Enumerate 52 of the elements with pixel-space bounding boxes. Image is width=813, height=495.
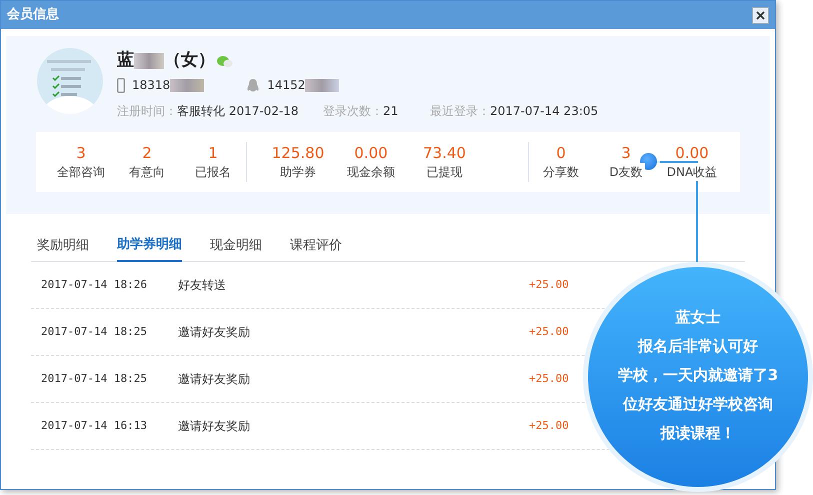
amount-cell-text: +25.00: [529, 418, 569, 434]
stat-value: 73.40: [423, 143, 466, 163]
reason-cell-text: 邀请好友奖励: [178, 371, 251, 388]
stat-label: 现金余额: [345, 163, 397, 181]
tab[interactable]: 现金明细: [210, 230, 262, 262]
amount-cell-text: +25.00: [529, 324, 569, 340]
close-button[interactable]: [752, 6, 769, 24]
qq-number: 14152: [267, 77, 306, 94]
window-title: 会员信息: [7, 6, 59, 24]
callout-text: 学校，一天内就邀请了3: [618, 365, 778, 385]
stat-value: 0: [556, 143, 566, 163]
stat-value: 2: [142, 143, 152, 163]
stat-label: DNA收益: [664, 163, 720, 181]
tab[interactable]: 助学券明细: [117, 230, 182, 262]
stat-label: 全部咨询: [55, 163, 107, 181]
member-name: 蓝: [117, 49, 134, 72]
reason-cell-text: 好友转送: [178, 277, 227, 294]
login-count: 登录次数：21: [323, 103, 400, 120]
stat-value: 3: [76, 143, 86, 163]
member-gender: （女）: [164, 49, 215, 72]
reason-cell-text: 邀请好友奖励: [178, 324, 251, 341]
blurred-qq: [305, 78, 340, 92]
qq-icon: [246, 78, 260, 92]
tab[interactable]: 课程评价: [290, 230, 342, 262]
phone-icon: [117, 78, 125, 92]
blurred-name: [134, 53, 164, 69]
register-info: 注册时间：客服转化 2017-02-18: [117, 103, 300, 120]
callout-text: 报读课程！: [660, 423, 736, 443]
close-icon: [756, 10, 765, 20]
time-cell-text: 2017-07-14 16:13: [41, 418, 148, 434]
reason-cell-text: 邀请好友奖励: [178, 418, 251, 435]
amount-cell-text: +25.00: [529, 276, 569, 293]
stat-label: 助学券: [278, 163, 318, 181]
last-login: 最近登录：2017-07-14 23:05: [430, 103, 598, 120]
blurred-phone: [170, 78, 204, 92]
time-cell-text: 2017-07-14 18:25: [41, 370, 148, 387]
phone-number: 18318: [132, 77, 170, 94]
stat-value: 1: [208, 143, 218, 163]
amount-cell-text: +25.00: [529, 370, 569, 387]
stat-value: 3: [621, 143, 631, 163]
callout-text: 蓝女士: [676, 307, 720, 327]
tab[interactable]: 奖励明细: [37, 230, 89, 262]
stat-label: 分享数: [541, 163, 581, 181]
stat-value: 0.00: [675, 143, 709, 163]
time-cell-text: 2017-07-14 18:25: [41, 324, 148, 340]
stat-value: 125.80: [272, 143, 324, 163]
stat-value: 0.00: [354, 143, 388, 163]
callout-text: 位好友通过好学校咨询: [623, 394, 773, 414]
callout-text: 报名后非常认可好: [638, 336, 758, 356]
time-cell-text: 2017-07-14 18:26: [41, 276, 148, 293]
stat-label: 已提现: [424, 163, 464, 181]
wechat-icon: [217, 54, 233, 68]
